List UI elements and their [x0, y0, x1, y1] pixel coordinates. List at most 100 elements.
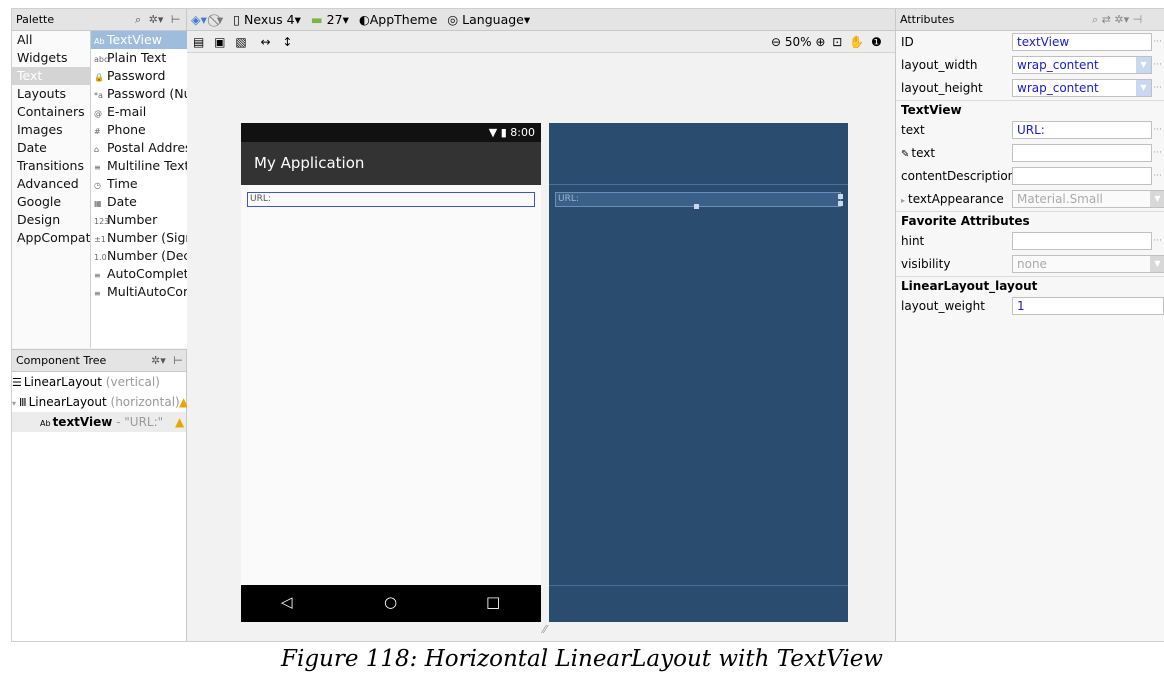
- palette-item[interactable]: ≡ MultiAutoCom: [91, 283, 187, 301]
- more-options-icon[interactable]: ···: [1153, 54, 1162, 77]
- palette-item-label: Time: [107, 176, 138, 191]
- dropdown-arrow-icon[interactable]: ▼: [1150, 191, 1164, 207]
- palette-category-design[interactable]: Design: [12, 211, 90, 229]
- more-options-icon[interactable]: ···: [1153, 230, 1162, 253]
- palette-item[interactable]: ≡AutoComplete: [91, 265, 187, 283]
- dropdown-arrow-icon[interactable]: ▼: [1136, 57, 1151, 73]
- attribute-value-field[interactable]: textView: [1012, 33, 1152, 51]
- palette-item-label: MultiAutoCom: [107, 284, 187, 299]
- attribute-value-field[interactable]: [1012, 232, 1152, 250]
- attribute-value-field[interactable]: 1: [1012, 297, 1164, 315]
- both-views-icon[interactable]: ▧: [235, 35, 246, 49]
- tree-node-detail: (vertical): [101, 375, 160, 389]
- search-icon[interactable]: ⌕: [135, 9, 141, 30]
- palette-item[interactable]: ◷ Time: [91, 175, 187, 193]
- palette-category-containers[interactable]: Containers: [12, 103, 90, 121]
- attribute-value-field[interactable]: URL:: [1012, 121, 1152, 139]
- tree-row[interactable]: ☰ LinearLayout (vertical): [12, 372, 186, 392]
- palette-item[interactable]: ±1Number (Signe: [91, 229, 187, 247]
- resize-handle-right-top[interactable]: [838, 194, 843, 199]
- attribute-value-field[interactable]: wrap_content ▼: [1012, 56, 1152, 74]
- dropdown-arrow-icon[interactable]: ▼: [1136, 80, 1151, 96]
- palette-item-label: Password: [107, 68, 166, 83]
- palette-category-advanced[interactable]: Advanced: [12, 175, 90, 193]
- phone-design-preview: ▼ ▮ 8:00 My Application URL: ◁ ○ □: [241, 123, 541, 622]
- horizontal-resize-icon[interactable]: ↔: [261, 35, 271, 49]
- palette-category-date[interactable]: Date: [12, 139, 90, 157]
- palette-item[interactable]: 🔒 Password: [91, 67, 187, 85]
- attribute-value-field[interactable]: [1012, 144, 1152, 162]
- resize-handle-right-bottom[interactable]: [838, 201, 843, 206]
- home-icon[interactable]: ○: [384, 593, 397, 611]
- palette-category-widgets[interactable]: Widgets: [12, 49, 90, 67]
- theme-selector[interactable]: ◐AppTheme: [359, 12, 437, 27]
- palette-item[interactable]: @ E-mail: [91, 103, 187, 121]
- design-surface-icon[interactable]: ◈▾: [191, 12, 207, 27]
- attribute-row: ▸ textAppearance Material.Small ▼: [896, 188, 1164, 211]
- palette-category-appcompat[interactable]: AppCompat: [12, 229, 90, 247]
- gear-icon[interactable]: ✲▾: [149, 9, 164, 30]
- palette-category-google[interactable]: Google: [12, 193, 90, 211]
- zoom-fit-icon[interactable]: ⊡: [832, 35, 842, 49]
- app-bar-title: My Application: [241, 142, 541, 185]
- attribute-row: ID textView ···: [896, 31, 1164, 54]
- palette-item[interactable]: Ab TextView: [91, 31, 187, 49]
- more-options-icon[interactable]: ···: [1153, 165, 1162, 188]
- more-options-icon[interactable]: ···: [1153, 119, 1162, 142]
- palette-item[interactable]: abcPlain Text: [91, 49, 187, 67]
- palette-category-all[interactable]: All: [12, 31, 90, 49]
- collapse-icon[interactable]: ⊢: [171, 9, 181, 30]
- palette-item[interactable]: 1.0Number (Deci: [91, 247, 187, 265]
- resize-handle-bottom[interactable]: [694, 204, 699, 209]
- palette-item[interactable]: *a Password (Nu: [91, 85, 187, 103]
- info-icon[interactable]: ❶: [871, 35, 882, 49]
- design-view-icon[interactable]: ▤: [193, 35, 204, 49]
- attribute-value-field[interactable]: none ▼: [1012, 255, 1164, 273]
- palette-category-text[interactable]: Text: [12, 67, 90, 85]
- palette-item[interactable]: ⌂ Postal Addres: [91, 139, 187, 157]
- textview-preview[interactable]: URL:: [247, 192, 535, 207]
- collapse-icon[interactable]: ⊢: [173, 350, 183, 371]
- pan-icon[interactable]: ✋: [849, 35, 864, 49]
- recents-icon[interactable]: □: [486, 593, 500, 611]
- palette-item[interactable]: # Phone: [91, 121, 187, 139]
- attribute-value-field[interactable]: wrap_content ▼: [1012, 79, 1152, 97]
- more-options-icon[interactable]: ···: [1153, 31, 1162, 54]
- palette-category-transitions[interactable]: Transitions: [12, 157, 90, 175]
- api-selector[interactable]: ▬ 27▾: [311, 12, 349, 27]
- vertical-resize-icon[interactable]: ↕: [282, 35, 292, 49]
- attribute-label: text: [911, 146, 936, 160]
- blueprint-view-icon[interactable]: ▣: [214, 35, 225, 49]
- attribute-value-field[interactable]: Material.Small ▼: [1012, 190, 1164, 208]
- tree-row[interactable]: ▾ Ⅲ LinearLayout (horizontal) ▲: [12, 392, 188, 412]
- search-icon[interactable]: ⌕: [1092, 13, 1098, 26]
- dropdown-arrow-icon[interactable]: ▼: [1150, 256, 1164, 272]
- palette-item[interactable]: ▦ Date: [91, 193, 187, 211]
- more-options-icon[interactable]: ···: [1153, 142, 1162, 165]
- figure-caption: Figure 118: Horizontal LinearLayout with…: [281, 646, 883, 672]
- language-selector[interactable]: ◎ Language▾: [447, 12, 530, 27]
- palette-category-layouts[interactable]: Layouts: [12, 85, 90, 103]
- more-options-icon[interactable]: ···: [1153, 77, 1162, 100]
- gear-icon[interactable]: ✲▾: [151, 350, 166, 371]
- orientation-icon[interactable]: ⃠▾: [217, 12, 223, 27]
- swap-view-icon[interactable]: ⇄: [1102, 13, 1111, 26]
- warning-icon[interactable]: ▲: [175, 412, 184, 432]
- palette-category-images[interactable]: Images: [12, 121, 90, 139]
- navigation-bar: ◁ ○ □: [241, 585, 541, 622]
- pin-icon[interactable]: ⊣: [1133, 13, 1143, 26]
- palette-item[interactable]: ≡ Multiline Text: [91, 157, 187, 175]
- tree-row[interactable]: Ab textView - "URL:" ▲: [12, 412, 186, 432]
- attributes-section-linearlayout-layout: LinearLayout_layout: [896, 276, 1164, 295]
- gear-icon[interactable]: ✲▾: [1114, 13, 1129, 26]
- expand-arrow-icon[interactable]: ▾: [12, 399, 16, 408]
- zoom-in-icon[interactable]: ⊕: [815, 35, 825, 49]
- expand-arrow-icon[interactable]: ▸: [901, 196, 905, 205]
- attribute-value-field[interactable]: [1012, 167, 1152, 185]
- palette-item[interactable]: 123Number: [91, 211, 187, 229]
- device-selector[interactable]: ▯ Nexus 4▾: [233, 12, 301, 27]
- blueprint-preview: URL:: [549, 123, 848, 622]
- canvas-resize-grip-icon[interactable]: ⁄⁄: [543, 623, 547, 636]
- back-icon[interactable]: ◁: [281, 593, 293, 611]
- zoom-out-icon[interactable]: ⊖: [771, 35, 781, 49]
